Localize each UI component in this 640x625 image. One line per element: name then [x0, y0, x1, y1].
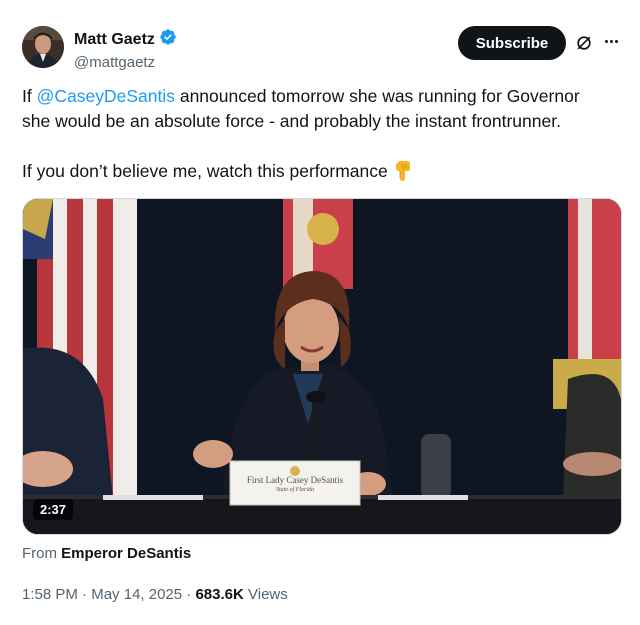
meta-separator: ·: [182, 586, 196, 603]
author-name[interactable]: Matt Gaetz: [74, 31, 155, 49]
nameplate-title: First Lady Casey DeSantis: [246, 475, 344, 485]
views-label: Views: [243, 586, 288, 603]
tweet-text-suffix: announced tomorrow she was running for G…: [174, 86, 580, 106]
nameplate: First Lady Casey DeSantis State of Flori…: [230, 475, 360, 494]
more-icon[interactable]: [600, 30, 622, 52]
author-handle[interactable]: @mattgaetz: [74, 54, 177, 71]
tweet-text-prefix: If: [22, 86, 37, 106]
tweet-date[interactable]: May 14, 2025: [91, 586, 182, 603]
tweet-card: Matt Gaetz @mattgaetz Subscribe If @Case…: [0, 0, 640, 625]
tweet-line-2: she would be an absolute force - and pro…: [22, 111, 561, 131]
video-player[interactable]: First Lady Casey DeSantis State of Flori…: [22, 198, 622, 535]
grok-icon[interactable]: [574, 33, 594, 53]
tweet-line-3: If you don’t believe me, watch this perf…: [22, 159, 622, 188]
more-dot: [609, 39, 613, 43]
source-link[interactable]: Emperor DeSantis: [61, 545, 191, 562]
more-dot: [604, 39, 608, 43]
tweet-time[interactable]: 1:58 PM: [22, 586, 78, 603]
tweet-text-line3: If you don’t believe me, watch this perf…: [22, 161, 388, 181]
author-block[interactable]: Matt Gaetz @mattgaetz: [74, 28, 177, 71]
pointing-down-emoji-icon: [394, 161, 412, 188]
mention-link[interactable]: @CaseyDeSantis: [37, 86, 175, 106]
tweet-meta: 1:58 PM · May 14, 2025 · 683.6K Views: [22, 586, 288, 603]
video-duration-badge: 2:37: [33, 499, 74, 520]
tweet-text: If @CaseyDeSantis announced tomorrow she…: [22, 84, 622, 188]
avatar[interactable]: [22, 26, 64, 68]
meta-separator: ·: [77, 586, 92, 603]
tweet-line-1: If @CaseyDeSantis announced tomorrow she…: [22, 84, 622, 109]
source-prefix: From: [22, 545, 62, 562]
nameplate-subtitle: State of Florida: [276, 487, 314, 493]
source-attribution: From Emperor DeSantis: [22, 545, 191, 562]
verified-badge-icon: [159, 28, 177, 51]
more-dot: [614, 39, 618, 43]
subscribe-button[interactable]: Subscribe: [458, 26, 566, 60]
views-count: 683.6K: [195, 586, 244, 603]
